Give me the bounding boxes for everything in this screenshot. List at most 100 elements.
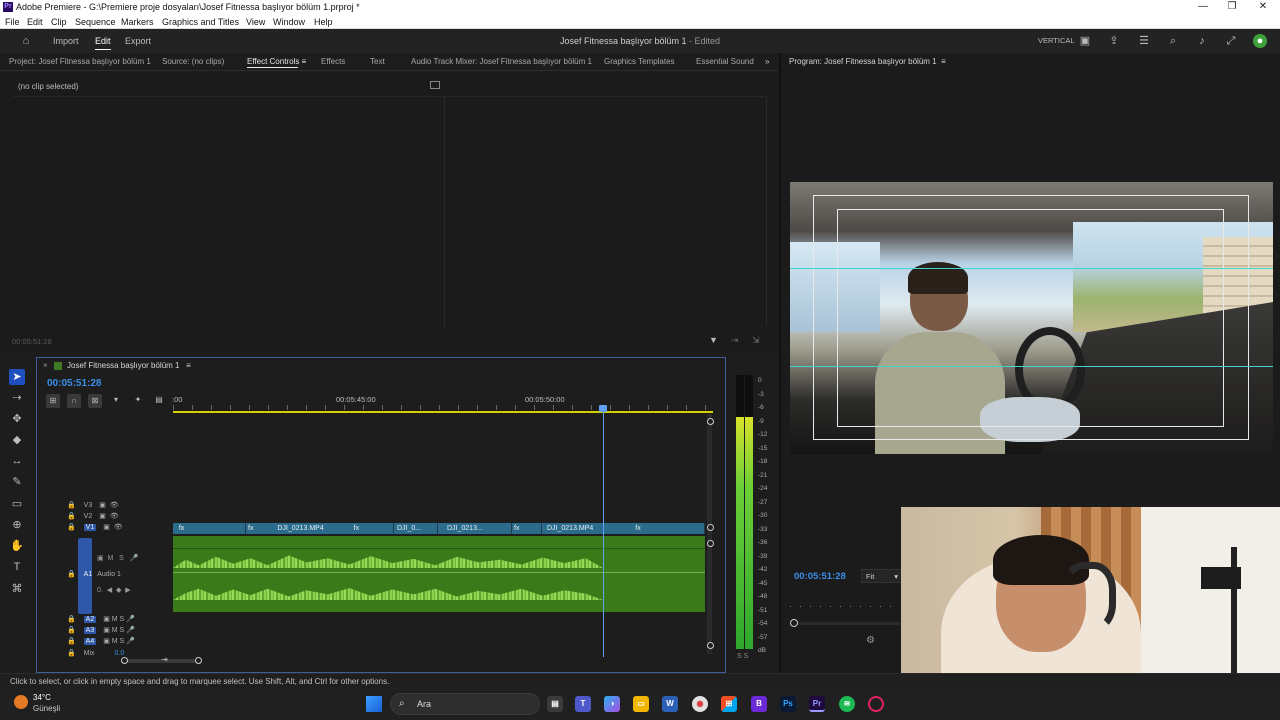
a-scroll-top[interactable] [707, 540, 714, 547]
go-to-end-icon[interactable]: ⇥ [161, 655, 168, 664]
tab-essential-sound[interactable]: Essential Sound [696, 57, 754, 66]
menu-window[interactable]: Window [273, 17, 305, 27]
menu-graphics-and-titles[interactable]: Graphics and Titles [162, 17, 239, 27]
type-tool-icon[interactable]: T [9, 559, 25, 575]
close-sequence-icon[interactable]: × [43, 361, 48, 370]
search-icon[interactable]: ⌕ [1166, 34, 1180, 48]
weather-icon[interactable] [14, 695, 28, 709]
menu-sequence[interactable]: Sequence [75, 17, 116, 27]
weather-text[interactable]: Güneşli [33, 704, 60, 713]
program-scroll-handle[interactable] [790, 619, 798, 627]
snap-icon[interactable]: ∩ [67, 394, 81, 408]
track-select-tool-icon[interactable]: ⇢ [9, 390, 25, 406]
tab-source[interactable]: Source: (no clips) [162, 57, 224, 66]
track-v2-header[interactable]: 🔒 V2 ▣ 👁 [47, 512, 119, 523]
program-video-frame[interactable] [790, 182, 1273, 454]
zoom-select[interactable]: Fit ▾ [861, 569, 903, 583]
tab-effects[interactable]: Effects [321, 57, 345, 66]
tab-effect-controls[interactable]: Effect Controls ≡ [247, 57, 306, 68]
close-icon[interactable]: ✕ [1248, 1, 1278, 12]
track-v3-header[interactable]: 🔒 V3 ▣ 👁 [47, 501, 119, 512]
b-app-icon[interactable]: B [751, 696, 767, 712]
menu-help[interactable]: Help [314, 17, 333, 27]
program-timecode[interactable]: 00:05:51:28 [794, 571, 846, 582]
wrench-icon[interactable]: ✦ [131, 394, 145, 408]
v-scroll-mid[interactable] [707, 524, 714, 531]
menu-edit[interactable]: Edit [27, 17, 43, 27]
tab-project[interactable]: Project: Josef Fitnessa başlıyor bölüm 1 [9, 57, 151, 66]
pen-tool-icon[interactable]: ✎ [9, 474, 25, 490]
remix-tool-icon[interactable]: ⊕ [9, 517, 25, 533]
v1-clip-3[interactable]: DJI_0213... [438, 523, 512, 534]
vertical-scroll-bar[interactable] [707, 414, 712, 654]
selection-tool-icon[interactable]: ➤ [9, 369, 25, 385]
rectangle-tool-icon[interactable]: ▭ [9, 496, 25, 512]
fullscreen-icon[interactable]: ⤢ [1224, 34, 1238, 48]
photoshop-icon[interactable]: Ps [780, 696, 796, 712]
v1-clip-0[interactable]: fx [173, 523, 246, 534]
v1-clip-1[interactable]: fx DJI_0213.MP4 fx [246, 523, 394, 534]
h-scroll-right[interactable] [195, 657, 202, 664]
panel-layout-icon[interactable]: ▣ [1078, 34, 1092, 48]
track-a1-header[interactable]: 🔒 A1 Audio 1 [47, 570, 121, 581]
premiere-icon[interactable]: Pr [809, 696, 825, 712]
hand-tool-icon[interactable]: ✋ [9, 538, 25, 554]
store-icon[interactable]: ⊞ [721, 696, 737, 712]
file-explorer-icon[interactable]: ▭ [633, 696, 649, 712]
menu-file[interactable]: File [5, 17, 20, 27]
menu-clip[interactable]: Clip [51, 17, 67, 27]
caption-tool-icon[interactable]: ⌘ [9, 581, 25, 597]
sequence-tab[interactable]: Josef Fitnessa başlıyor bölüm 1 ≡ [67, 361, 191, 370]
workspaces-icon[interactable]: ☰ [1137, 34, 1151, 48]
playhead-line[interactable] [603, 411, 604, 657]
track-a2-header[interactable]: 🔒 A2 ▣ M S 🎤 [47, 615, 135, 626]
razor-tool-icon[interactable]: ◆ [9, 432, 25, 448]
captions-icon[interactable]: ▤ [152, 394, 166, 408]
copilot-icon[interactable]: ◑ [604, 696, 620, 712]
a1-controls[interactable]: ▣ M S 🎤 [97, 554, 138, 562]
time-ruler[interactable] [173, 405, 713, 410]
play-audio-icon[interactable]: ⇥ [731, 335, 739, 346]
temperature[interactable]: 34°C [33, 693, 51, 702]
mix-track-header[interactable]: 🔒 Mix 0.0 [47, 649, 124, 660]
a-scroll-bottom[interactable] [707, 642, 714, 649]
insert-sequence-icon[interactable]: ⊞ [46, 394, 60, 408]
progress-icon[interactable]: ● [1253, 34, 1267, 48]
track-v1-header[interactable]: 🔒 V1 ▣ 👁 [47, 523, 123, 534]
volume-icon[interactable]: ♪ [1195, 34, 1209, 48]
linked-selection-icon[interactable]: ⊠ [88, 394, 102, 408]
meter-solo[interactable]: S S [737, 653, 748, 660]
filter-icon[interactable]: ▼ [709, 335, 718, 345]
a1-audio-clip[interactable] [173, 536, 705, 612]
v1-clip-2[interactable]: DJI_0... [394, 523, 438, 534]
slip-tool-icon[interactable]: ↔ [9, 453, 25, 469]
tab-audio-track-mixer[interactable]: Audio Track Mixer: Josef Fitnessa başlıy… [411, 57, 592, 66]
menu-markers[interactable]: Markers [121, 17, 154, 27]
tab-text[interactable]: Text [370, 57, 385, 66]
program-title[interactable]: Program: Josef Fitnessa başlıyor bölüm 1… [789, 57, 946, 66]
opera-icon[interactable] [868, 696, 884, 712]
tab-graphics-templates[interactable]: Graphics Templates [604, 57, 675, 66]
settings-icon[interactable]: ⚙ [866, 635, 875, 646]
track-a3-header[interactable]: 🔒 A3 ▣ M S 🎤 [47, 626, 135, 637]
spotify-icon[interactable]: ≋ [839, 696, 855, 712]
export-frame-icon[interactable]: ⇲ [752, 335, 760, 346]
v-scroll-top[interactable] [707, 418, 714, 425]
teams-icon[interactable]: T [575, 696, 591, 712]
program-scroll-bar[interactable] [790, 622, 900, 625]
timeline-timecode[interactable]: 00:05:51:28 [47, 378, 101, 389]
v1-clip-4[interactable]: fx [512, 523, 542, 534]
start-icon[interactable] [366, 696, 382, 712]
a1-volume-controls[interactable]: 0. ◀ ◆ ▶ [97, 586, 131, 594]
h-scroll-left[interactable] [121, 657, 128, 664]
word-icon[interactable]: W [662, 696, 678, 712]
task-view-icon[interactable]: ▤ [547, 696, 563, 712]
playhead-handle[interactable] [599, 405, 607, 412]
taskbar-search[interactable]: ⌕ Ara [390, 693, 540, 715]
track-a4-header[interactable]: 🔒 A4 ▣ M S 🎤 [47, 637, 135, 648]
chrome-icon[interactable]: ◉ [692, 696, 708, 712]
share-icon[interactable]: ⇪ [1107, 34, 1121, 48]
ripple-edit-tool-icon[interactable]: ✥ [9, 411, 25, 427]
add-marker-icon[interactable]: ▾ [109, 394, 123, 408]
v1-clip-5[interactable]: DJI_0213.MP4 fx [542, 523, 705, 534]
